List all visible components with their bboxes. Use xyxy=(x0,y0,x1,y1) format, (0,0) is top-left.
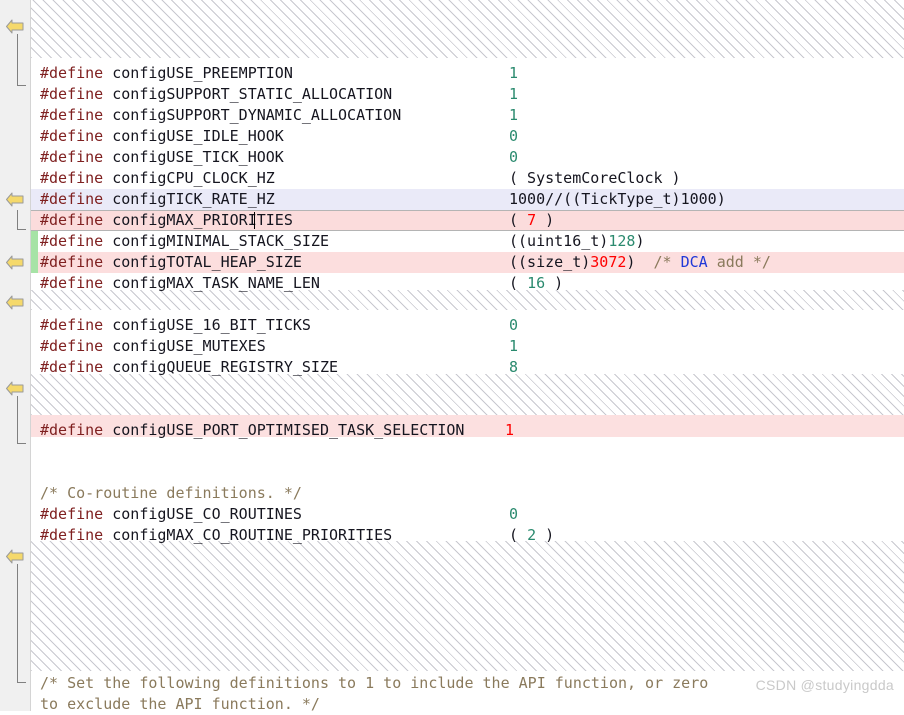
code-line-value[interactable]: 0 xyxy=(31,147,904,168)
changed-lines-marker xyxy=(31,231,38,273)
bookmark-arrow-icon[interactable] xyxy=(5,255,25,270)
comment-block-line: to exclude the API function. */ xyxy=(31,694,904,715)
code-fold-indicator[interactable] xyxy=(17,210,26,230)
code-line-value[interactable]: 8 xyxy=(31,357,904,378)
define-value: 1 xyxy=(509,85,519,103)
define-value: 1 xyxy=(509,64,519,82)
hatched-region xyxy=(31,541,904,671)
define-value: 0 xyxy=(509,148,519,166)
code-line-value[interactable]: 1 xyxy=(31,420,904,441)
code-line-value[interactable]: 1 xyxy=(31,336,904,357)
code-line-value[interactable]: 0 xyxy=(31,126,904,147)
line-content: /* Co-routine definitions. */ xyxy=(40,484,302,502)
code-line-value[interactable]: ((uint16_t)128) xyxy=(31,231,904,252)
define-value: 0 xyxy=(509,505,519,523)
code-line[interactable]: /* Co-routine definitions. */ xyxy=(31,483,904,504)
code-fold-indicator[interactable] xyxy=(17,396,26,444)
define-value: 1000//((TickType_t)1000) xyxy=(509,190,726,208)
text-caret xyxy=(254,212,255,229)
define-value: 1 xyxy=(509,337,519,355)
bookmark-arrow-icon[interactable] xyxy=(5,381,25,396)
bookmark-arrow-icon[interactable] xyxy=(5,549,25,564)
csdn-watermark: CSDN @studyingdda xyxy=(755,677,894,693)
code-line-value[interactable]: 1 xyxy=(31,105,904,126)
code-line-value[interactable]: 1000//((TickType_t)1000) xyxy=(31,189,904,210)
code-line-value[interactable]: 1 xyxy=(31,63,904,84)
define-value: 0 xyxy=(509,127,519,145)
code-line-value[interactable]: ((size_t)3072) /* DCA add */ xyxy=(31,252,904,273)
editor-gutter[interactable] xyxy=(0,0,31,711)
code-line-value[interactable]: ( 7 ) xyxy=(31,210,904,231)
hatched-region xyxy=(31,374,904,415)
define-value: ( 2 ) xyxy=(509,526,555,544)
comment-text: /* Set the following definitions to 1 to… xyxy=(40,674,709,692)
define-value: 1 xyxy=(505,421,515,439)
code-line-value[interactable]: 0 xyxy=(31,315,904,336)
bookmark-arrow-icon[interactable] xyxy=(5,192,25,207)
bookmark-arrow-icon[interactable] xyxy=(5,295,25,310)
code-fold-indicator[interactable] xyxy=(17,34,26,86)
code-editor[interactable]: #define configUSE_PREEMPTION 1 #define con… xyxy=(0,0,904,713)
define-value: ( 16 ) xyxy=(509,274,564,292)
define-value: 8 xyxy=(509,358,519,376)
code-line-value[interactable]: 0 xyxy=(31,504,904,525)
code-line-value[interactable]: ( 2 ) xyxy=(31,525,904,546)
code-surface[interactable]: #define configUSE_PREEMPTION 1 #define con… xyxy=(31,0,904,713)
define-value: ((size_t)3072) /* DCA add */ xyxy=(509,253,771,271)
comment-text: to exclude the API function. */ xyxy=(40,695,320,713)
code-line-value[interactable]: ( SystemCoreClock ) xyxy=(31,168,904,189)
define-value: ( SystemCoreClock ) xyxy=(509,169,681,187)
code-line-value[interactable]: ( 16 ) xyxy=(31,273,904,294)
define-value: 1 xyxy=(509,106,519,124)
bookmark-arrow-icon[interactable] xyxy=(5,19,25,34)
define-value: ( 7 ) xyxy=(509,211,555,229)
code-fold-indicator[interactable] xyxy=(17,564,26,683)
hatched-region xyxy=(31,0,904,58)
define-value: ((uint16_t)128) xyxy=(509,232,645,250)
code-line-value[interactable]: 1 xyxy=(31,84,904,105)
define-value: 0 xyxy=(509,316,519,334)
